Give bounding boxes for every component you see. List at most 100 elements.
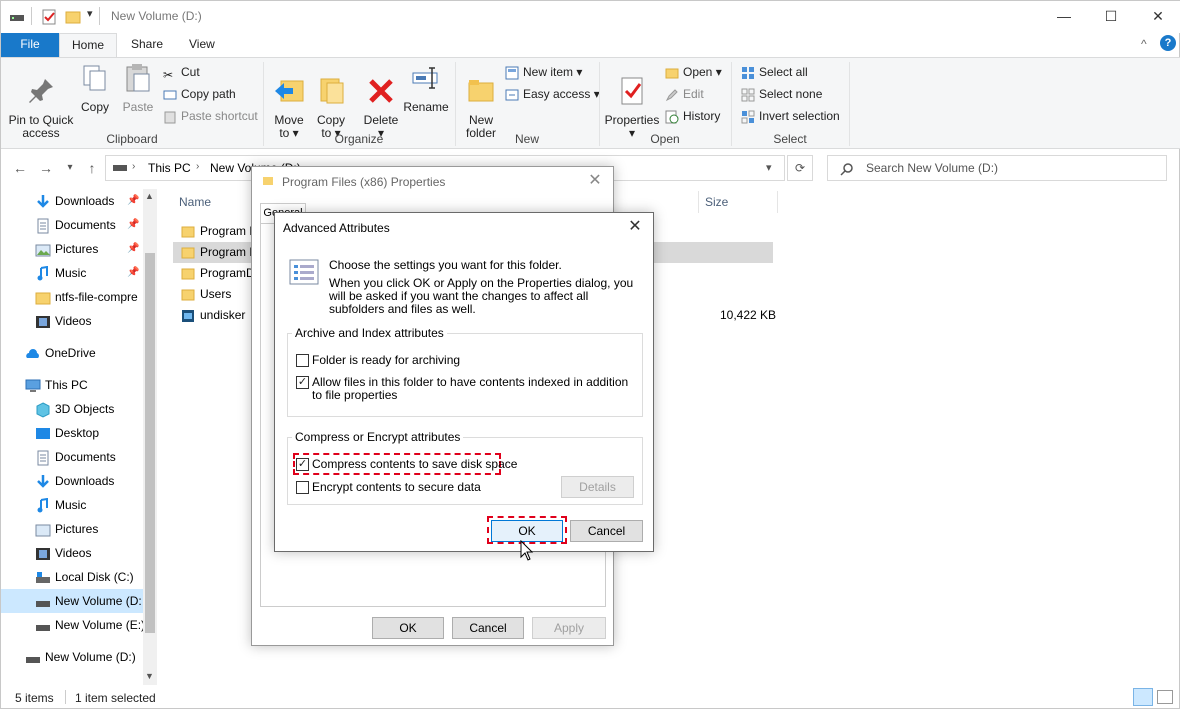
nav-item-pc-pictures[interactable]: Pictures (35, 517, 98, 541)
open-button[interactable]: Open ▾ (665, 63, 722, 81)
file-row[interactable]: ProgramD (181, 263, 255, 284)
large-icons-view-icon[interactable] (1157, 690, 1173, 704)
select-none-icon (741, 88, 755, 102)
new-folder-button[interactable]: New folder (459, 62, 503, 140)
rename-button[interactable]: Rename (403, 62, 449, 114)
folder-icon (263, 177, 273, 185)
pin-to-quick-access-button[interactable]: Pin to Quick access (7, 62, 75, 140)
nav-item-new-volume-d-root[interactable]: New Volume (D:) (25, 645, 136, 669)
easy-access-button[interactable]: Easy access ▾ (505, 85, 600, 103)
nav-item-3d-objects[interactable]: 3D Objects (35, 397, 114, 421)
group-label-clipboard: Clipboard (106, 132, 158, 146)
nav-item-new-volume-e[interactable]: New Volume (E:) (35, 613, 145, 637)
close-button[interactable]: ✕ (1135, 1, 1180, 33)
scroll-down-icon[interactable]: ▼ (145, 671, 154, 681)
scroll-thumb[interactable] (145, 253, 155, 633)
maximize-button[interactable]: ☐ (1088, 1, 1134, 33)
properties-ok-button[interactable]: OK (372, 617, 444, 639)
index-checkbox[interactable]: ✓ (296, 376, 309, 389)
select-all-button[interactable]: Select all (741, 63, 808, 81)
pin-icon: 📌 (127, 243, 140, 254)
archive-checkbox[interactable] (296, 354, 309, 367)
select-none-button[interactable]: Select none (741, 85, 822, 103)
nav-item-pc-videos[interactable]: Videos (35, 541, 91, 565)
file-row[interactable]: Users (181, 284, 231, 305)
breadcrumb-this-pc[interactable]: This PC (148, 161, 191, 175)
copy-path-icon (163, 90, 177, 100)
tab-share[interactable]: Share (121, 33, 173, 57)
nav-item-new-volume-d[interactable]: New Volume (D: (35, 589, 142, 613)
properties-close-button[interactable]: ✕ (583, 169, 607, 193)
new-item-icon (505, 66, 519, 80)
copy-to-button[interactable]: Copy to ▾ (311, 62, 351, 140)
move-to-button[interactable]: Move to ▾ (269, 62, 309, 140)
back-button[interactable]: ← (9, 157, 31, 179)
paste-button[interactable]: Paste (119, 62, 157, 114)
nav-item-documents[interactable]: Documents (35, 213, 116, 237)
scroll-up-icon[interactable]: ▲ (145, 191, 154, 201)
column-header-size[interactable]: Size (705, 195, 728, 209)
file-row[interactable]: Program F (181, 242, 257, 263)
documents-icon (37, 450, 49, 466)
details-view-icon[interactable] (1133, 688, 1153, 706)
compress-checkbox[interactable]: ✓ (296, 458, 309, 471)
paste-shortcut-icon (164, 111, 176, 124)
properties-apply-button[interactable]: Apply (532, 617, 606, 639)
search-input[interactable]: Search New Volume (D:) (827, 155, 1167, 181)
edit-button[interactable]: Edit (665, 85, 704, 103)
tab-view[interactable]: View (179, 33, 225, 57)
nav-item-downloads[interactable]: Downloads (35, 189, 114, 213)
help-icon[interactable]: ? (1160, 35, 1176, 51)
compress-label[interactable]: Compress contents to save disk space (312, 458, 517, 471)
up-button[interactable]: ↑ (81, 157, 103, 179)
nav-item-onedrive[interactable]: OneDrive (25, 341, 96, 365)
nav-item-ntfs-folder[interactable]: ntfs-file-compre (35, 285, 138, 309)
nav-item-pictures[interactable]: Pictures (35, 237, 98, 261)
nav-item-videos[interactable]: Videos (35, 309, 91, 333)
cut-button[interactable]: ✂ Cut (163, 63, 200, 82)
address-dropdown-icon[interactable]: ▾ (766, 161, 772, 174)
new-folder-quick-icon[interactable] (65, 9, 81, 25)
pin-icon: 📌 (127, 267, 140, 278)
column-header-name[interactable]: Name (179, 195, 211, 209)
properties-button[interactable]: Properties ▾ (603, 62, 661, 140)
nav-scrollbar[interactable]: ▲ ▼ (143, 189, 157, 685)
copy-icon (83, 65, 106, 91)
forward-button[interactable]: → (35, 157, 57, 179)
new-item-button[interactable]: New item ▾ (505, 63, 582, 81)
nav-item-pc-downloads[interactable]: Downloads (35, 469, 114, 493)
quick-access-dropdown-icon[interactable]: ▾ (87, 7, 93, 20)
nav-item-desktop[interactable]: Desktop (35, 421, 99, 445)
tab-home[interactable]: Home (59, 33, 117, 57)
recent-locations-button[interactable]: ▾ (59, 157, 81, 179)
properties-cancel-button[interactable]: Cancel (452, 617, 524, 639)
videos-icon (36, 547, 50, 560)
scissors-icon: ✂ (163, 67, 174, 82)
advanced-ok-button[interactable]: OK (491, 520, 563, 542)
encrypt-label[interactable]: Encrypt contents to secure data (312, 481, 481, 494)
nav-item-music[interactable]: Music (35, 261, 86, 285)
collapse-ribbon-icon[interactable]: ^ (1141, 37, 1147, 51)
nav-item-this-pc[interactable]: This PC (25, 373, 88, 397)
nav-item-local-disk-c[interactable]: Local Disk (C:) (35, 565, 134, 589)
copy-path-button[interactable]: Copy path (163, 85, 236, 103)
nav-item-pc-music[interactable]: Music (35, 493, 86, 517)
advanced-close-button[interactable]: ✕ (623, 215, 647, 239)
tab-file[interactable]: File (1, 33, 59, 57)
index-label[interactable]: Allow files in this folder to have conte… (312, 376, 637, 402)
properties-quick-icon[interactable] (41, 9, 57, 25)
encrypt-checkbox[interactable] (296, 481, 309, 494)
copy-button[interactable]: Copy (77, 62, 113, 114)
advanced-cancel-button[interactable]: Cancel (570, 520, 643, 542)
paste-shortcut-button[interactable]: Paste shortcut (163, 107, 258, 125)
nav-item-pc-documents[interactable]: Documents (35, 445, 116, 469)
history-button[interactable]: History (665, 107, 720, 125)
file-row[interactable]: Program F (181, 221, 257, 242)
delete-button[interactable]: Delete ▾ (361, 62, 401, 140)
minimize-button[interactable]: — (1041, 1, 1087, 33)
details-button[interactable]: Details (561, 476, 634, 498)
refresh-button[interactable]: ⟳ (787, 155, 813, 181)
file-row[interactable]: undisker (181, 305, 245, 326)
invert-selection-button[interactable]: Invert selection (741, 107, 840, 125)
archive-label[interactable]: Folder is ready for archiving (312, 354, 460, 367)
